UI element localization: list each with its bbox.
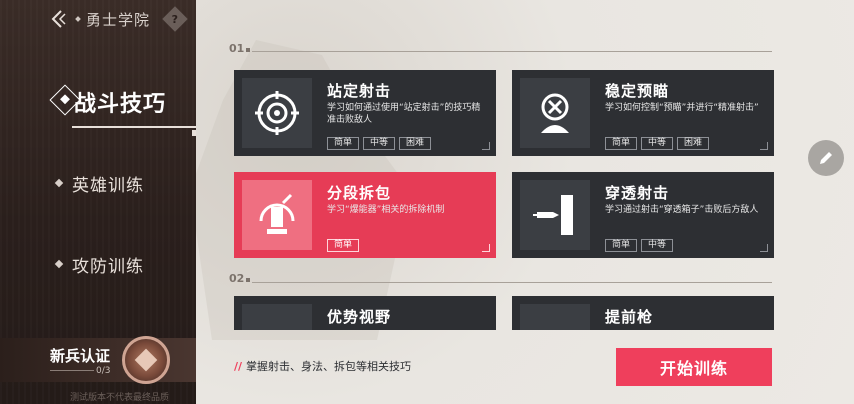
card-title: 稳定预瞄 — [605, 82, 670, 100]
difficulty-tags: 简单 中等 困难 — [327, 137, 432, 150]
back-icon[interactable] — [48, 8, 70, 30]
version-footnote: 测试版本不代表最终品质 — [70, 393, 170, 403]
card-title: 优势视野 — [327, 308, 392, 326]
header: 勇士学院 ? — [48, 6, 188, 32]
card-standing-shot[interactable]: 站定射击 学习如何通过使用“站定射击”的技巧精准击败敌人 简单 中等 困难 — [234, 70, 496, 156]
card-desc: 学习“爆能器”相关的拆除机制 — [327, 205, 445, 215]
card-desc: 学习通过射击“穿透箱子”击败后方敌人 — [605, 205, 759, 215]
diamond-icon — [54, 259, 64, 269]
card-pre-aim[interactable]: 稳定预瞄 学习如何控制“预瞄”并进行“精准射击” 简单 中等 困难 — [512, 70, 774, 156]
recruit-label: 新兵认证 — [50, 347, 111, 365]
hint-text: //掌握射击、身法、拆包等相关技巧 — [234, 360, 412, 373]
crosshair-icon — [242, 78, 312, 148]
bomb-icon — [242, 180, 312, 250]
card-defuse[interactable]: 分段拆包 学习“爆能器”相关的拆除机制 简单 — [234, 172, 496, 258]
sidebar-item-combat-skills[interactable]: 战斗技巧 — [0, 80, 196, 136]
difficulty-tags: 简单 中等 困难 — [605, 137, 710, 150]
sidebar-item-attack-defense[interactable]: 攻防训练 — [0, 244, 196, 284]
tag-hard[interactable]: 困难 — [677, 137, 710, 150]
title-dot — [75, 16, 81, 22]
tag-easy[interactable]: 简单 — [605, 137, 638, 150]
gun-icon — [520, 304, 590, 330]
tag-easy[interactable]: 简单 — [327, 137, 360, 150]
recruit-progress: 0/3 — [96, 366, 111, 376]
tag-easy[interactable]: 简单 — [605, 239, 638, 252]
difficulty-tags: 简单 中等 — [605, 239, 674, 252]
recruit-badge-icon[interactable] — [122, 336, 170, 384]
sidebar-item-hero-training[interactable]: 英雄训练 — [0, 163, 196, 203]
page-title: 勇士学院 — [86, 10, 151, 29]
help-icon[interactable]: ? — [162, 6, 188, 32]
difficulty-tags: 简单 — [327, 239, 360, 252]
tag-medium[interactable]: 中等 — [641, 137, 674, 150]
card-pre-fire[interactable]: 提前枪 — [512, 296, 774, 330]
card-title: 分段拆包 — [327, 184, 392, 202]
diamond-icon — [54, 178, 64, 188]
vision-icon — [242, 304, 312, 330]
active-underline — [72, 126, 196, 136]
main-content: 01 站定射击 学习如何通过使用“站定射击”的技巧精准击败敌人 简单 中等 困难 — [196, 0, 854, 404]
sidebar-item-label: 战斗技巧 — [74, 92, 167, 117]
target-dummy-icon — [520, 78, 590, 148]
sidebar-item-label: 英雄训练 — [72, 175, 144, 196]
card-penetration-shot[interactable]: 穿透射击 学习通过射击“穿透箱子”击败后方敌人 简单 中等 — [512, 172, 774, 258]
sidebar-item-label: 攻防训练 — [72, 256, 144, 277]
card-vision-advantage[interactable]: 优势视野 — [234, 296, 496, 330]
section-number: 01 — [229, 42, 245, 55]
card-desc: 学习如何控制“预瞄”并进行“精准射击” — [605, 103, 759, 113]
pencil-icon — [820, 152, 832, 164]
section-number: 02 — [229, 272, 245, 285]
tag-easy[interactable]: 简单 — [327, 239, 360, 252]
tag-hard[interactable]: 困难 — [399, 137, 432, 150]
bullet-wall-icon — [520, 180, 590, 250]
sidebar: 勇士学院 ? 战斗技巧 英雄训练 攻防训练 新兵认证 0/3 测试版本不代表最终… — [0, 0, 196, 404]
card-title: 站定射击 — [327, 82, 392, 100]
section-divider — [252, 51, 772, 52]
tag-medium[interactable]: 中等 — [641, 239, 674, 252]
card-title: 提前枪 — [605, 308, 654, 326]
card-title: 穿透射击 — [605, 184, 670, 202]
tag-medium[interactable]: 中等 — [363, 137, 396, 150]
start-training-button[interactable]: 开始训练 — [616, 348, 772, 386]
section-divider — [252, 282, 772, 283]
card-desc: 学习如何通过使用“站定射击”的技巧精准击败敌人 — [327, 103, 481, 125]
edit-button[interactable] — [808, 140, 844, 176]
